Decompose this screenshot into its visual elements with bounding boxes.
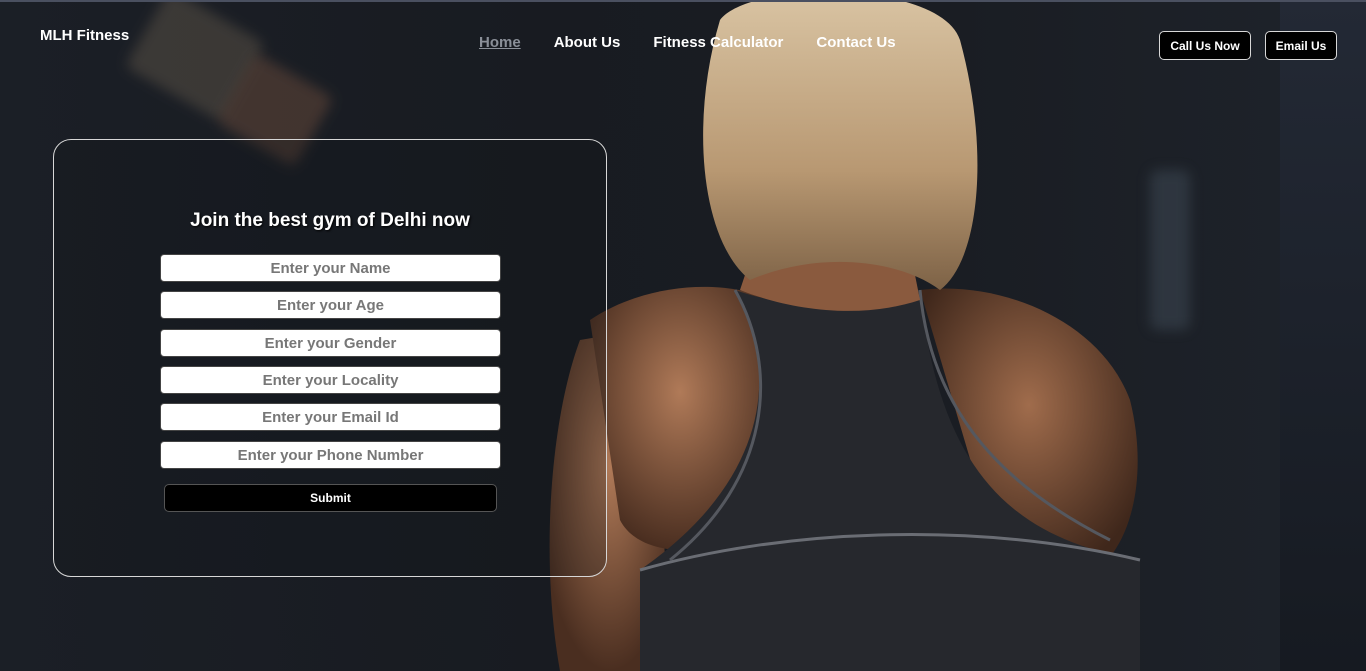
nav-item-fitness-calculator[interactable]: Fitness Calculator (653, 34, 783, 52)
nav-item-about-us[interactable]: About Us (554, 34, 621, 52)
top-border (0, 0, 1366, 2)
email-us-button[interactable]: Email Us (1265, 31, 1337, 60)
gender-field[interactable] (160, 329, 501, 357)
form-title: Join the best gym of Delhi now (190, 210, 470, 231)
join-form-card: Join the best gym of Delhi now Submit (53, 139, 607, 577)
name-field[interactable] (160, 254, 501, 282)
main-nav: Home About Us Fitness Calculator Contact… (479, 34, 896, 52)
brand-logo[interactable]: MLH Fitness (40, 27, 129, 44)
email-field[interactable] (160, 403, 501, 431)
locality-field[interactable] (160, 366, 501, 394)
phone-field[interactable] (160, 441, 501, 469)
nav-item-contact-us[interactable]: Contact Us (816, 34, 895, 52)
background-edge (1280, 0, 1366, 671)
nav-item-home[interactable]: Home (479, 34, 521, 52)
athlete-photo (549, 0, 1141, 671)
submit-button[interactable]: Submit (164, 484, 497, 512)
call-us-button[interactable]: Call Us Now (1159, 31, 1251, 60)
age-field[interactable] (160, 291, 501, 319)
